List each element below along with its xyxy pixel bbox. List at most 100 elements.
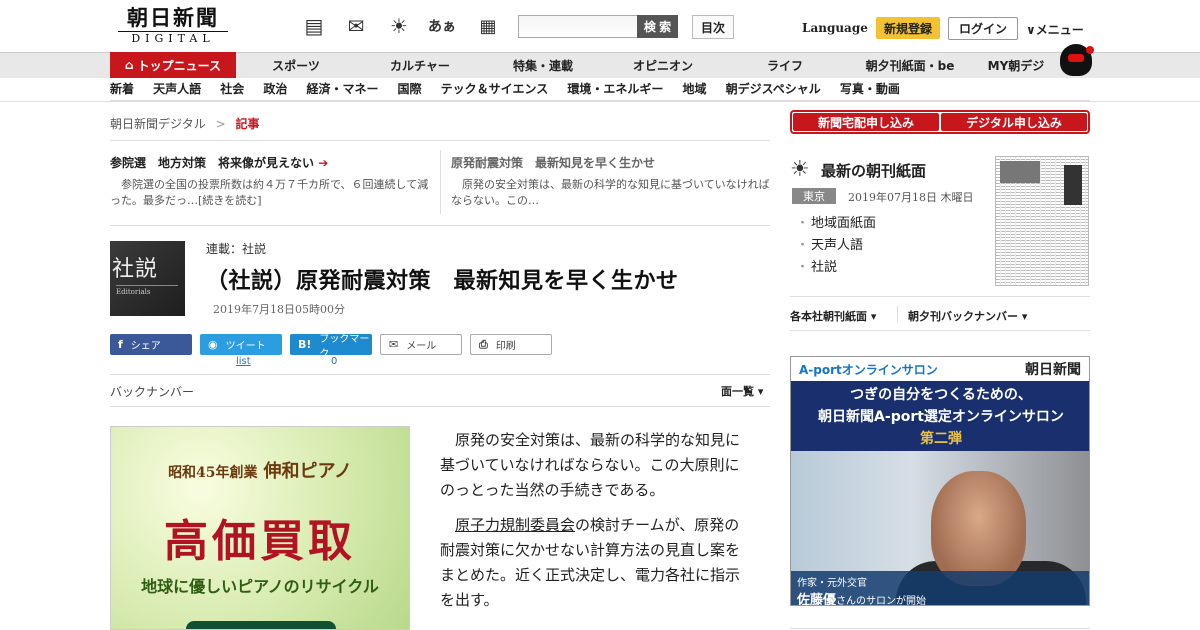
digital-subscribe-button[interactable]: デジタル申し込み [941, 113, 1087, 131]
print-icon: ⎙ [479, 337, 488, 351]
breadcrumb-home[interactable]: 朝日新聞デジタル [110, 117, 206, 131]
person-face [931, 471, 1026, 586]
nav-paper[interactable]: 朝夕刊紙面・be [850, 52, 970, 78]
ticket-icon[interactable]: ✉ [342, 14, 370, 38]
paper-links: 地域面紙面 天声人語 社説 [796, 213, 876, 279]
piano-ad[interactable]: 昭和45年創業 伸和ピアノ 高価買取 地球に優しいピアノのリサイクル [110, 426, 410, 630]
facebook-share-button[interactable]: f シェア [110, 334, 192, 355]
caption-role: 作家・元外交官 [797, 578, 867, 589]
subnav-photo[interactable]: 写真・動画 [840, 78, 900, 101]
list-item[interactable]: 社説 [796, 257, 876, 279]
twitter-count[interactable]: list [236, 356, 251, 367]
page-menu-dropdown[interactable]: 面一覧 ▾ [721, 383, 763, 399]
nav-opinion[interactable]: オピニオン [615, 52, 711, 78]
region-badge[interactable]: 東京 [792, 188, 836, 204]
main-nav: ⌂ トップニュース スポーツ カルチャー 特集・連載 オピニオン ライフ 朝夕刊紙… [110, 44, 1094, 78]
divider [110, 225, 770, 226]
grid-icon[interactable]: ▦ [474, 14, 502, 38]
login-button[interactable]: ログイン [948, 17, 1018, 40]
subnav-world[interactable]: 国際 [398, 78, 422, 101]
delivery-subscribe-button[interactable]: 新聞宅配申し込み [793, 113, 939, 131]
aport-photo: 作家・元外交官 佐藤優さんのサロンが開始 [791, 451, 1089, 605]
logo-sub: DIGITAL [118, 31, 228, 46]
subscribe-buttons: 新聞宅配申し込み デジタル申し込み [790, 110, 1090, 134]
divider [790, 296, 1090, 297]
local-paper-dropdown[interactable]: 各本社朝刊紙面 ▾ [790, 308, 876, 324]
search-input[interactable] [518, 15, 638, 38]
back-number-link[interactable]: バックナンバー [110, 383, 194, 400]
hatena-count[interactable]: 0 [331, 356, 337, 367]
latest-paper-title[interactable]: 最新の朝刊紙面 [821, 160, 926, 181]
weather-icon[interactable]: ☀ [385, 14, 413, 38]
teaser-divider [440, 150, 441, 214]
thumb-kanji: 社説 [112, 257, 159, 282]
teaser-item[interactable]: 参院選 地方対策 将来像が見えない ➔ 参院選の全国の投票所数は約４万７千カ所で… [110, 155, 430, 209]
caption-name: 佐藤優さんのサロンが開始 [797, 589, 1085, 605]
dropdown-label: 面一覧 [721, 385, 754, 398]
asahi-logo[interactable]: 朝日新聞 DIGITAL [118, 6, 228, 46]
nav-culture[interactable]: カルチャー [372, 52, 468, 78]
subnav-economy[interactable]: 経済・マネー [306, 78, 378, 101]
aport-banner: つぎの自分をつくるための、 朝日新聞A-port選定オンラインサロン 第二弾 [791, 381, 1089, 451]
nav-sports[interactable]: スポーツ [256, 52, 336, 78]
menu-label: メニュー [1035, 23, 1084, 37]
dropdown-label: 朝夕刊バックナンバー [908, 310, 1018, 323]
caret-down-icon: ▾ [870, 310, 877, 323]
facebook-icon: f [118, 338, 123, 351]
nav-top-news[interactable]: ⌂ トップニュース [110, 52, 236, 78]
toc-button[interactable]: 目次 [692, 15, 734, 39]
button-label: シェア [130, 341, 161, 352]
site-header: 朝日新聞 DIGITAL ▤ ✉ ☀ あぁ ▦ 検 索 目次 Language … [110, 0, 1090, 52]
font-size-icon[interactable]: あぁ [428, 14, 456, 38]
divider [790, 330, 1090, 331]
article-title: （社説）原発耐震対策 最新知見を早く生かせ [206, 269, 679, 294]
list-item[interactable]: 天声人語 [796, 235, 876, 257]
dropdown-label: 各本社朝刊紙面 [790, 310, 867, 323]
aport-ad[interactable]: A-portオンラインサロン 朝日新聞 つぎの自分をつくるための、 朝日新聞A-… [790, 356, 1090, 606]
subnav-politics[interactable]: 政治 [263, 78, 287, 101]
teaser-desc: 原発の安全対策は、最新の科学的な知見に基づいていなければならない。この… [451, 178, 770, 207]
subnav-region[interactable]: 地域 [683, 78, 707, 101]
breadcrumb: 朝日新聞デジタル > 記事 [110, 115, 260, 132]
subnav-tech[interactable]: テック＆サイエンス [441, 78, 549, 101]
aport-line1: つぎの自分をつくるための、 [850, 387, 1032, 403]
button-label: ブックマーク [319, 333, 370, 360]
newspaper-thumbnail[interactable] [995, 156, 1089, 286]
nav-features[interactable]: 特集・連載 [495, 52, 591, 78]
ad-brand: 伸和ピアノ [263, 461, 352, 482]
nav-label: トップニュース [137, 58, 221, 73]
mascot-icon[interactable] [1060, 44, 1094, 76]
nav-my-asahi[interactable]: MY朝デジ [980, 52, 1052, 78]
teaser-desc: 参院選の全国の投票所数は約４万７千カ所で、６回連続して減った。最多だっ…[続きを… [110, 178, 429, 207]
teaser-item[interactable]: 原発耐震対策 最新知見を早く生かせ 原発の安全対策は、最新の科学的な知見に基づい… [451, 155, 771, 209]
paragraph: 原発の安全対策は、最新の科学的な知見に基づいていなければならない。この大原則にの… [440, 431, 741, 499]
series-label[interactable]: 連載：社説 [206, 240, 266, 257]
home-icon: ⌂ [125, 58, 134, 72]
newspaper-icon[interactable]: ▤ [300, 14, 328, 38]
hatena-bookmark-button[interactable]: B! ブックマーク [290, 334, 372, 360]
print-button[interactable]: ⎙ 印刷 [470, 334, 552, 355]
mail-button[interactable]: ✉ メール [380, 334, 462, 355]
mail-icon: ✉ [389, 338, 399, 351]
subnav-special[interactable]: 朝デジスペシャル [726, 78, 821, 101]
aport-header: A-portオンラインサロン 朝日新聞 [791, 357, 1089, 381]
menu-button[interactable]: ∨メニュー [1026, 21, 1084, 38]
subnav-environment[interactable]: 環境・エネルギー [567, 78, 663, 101]
nra-link[interactable]: 原子力規制委員会 [455, 516, 575, 534]
search-button[interactable]: 検 索 [637, 15, 678, 38]
divider [110, 140, 770, 141]
hatena-icon: B! [298, 338, 312, 351]
back-number-dropdown[interactable]: 朝夕刊バックナンバー ▾ [908, 308, 1027, 324]
teaser-title[interactable]: 参院選 地方対策 将来像が見えない [110, 156, 314, 170]
twitter-share-button[interactable]: ◉ ツイート [200, 334, 282, 355]
subnav-new[interactable]: 新着 [110, 78, 134, 101]
language-link[interactable]: Language [802, 21, 868, 35]
teaser-title[interactable]: 原発耐震対策 最新知見を早く生かせ [451, 155, 771, 171]
breadcrumb-current: 記事 [235, 117, 260, 131]
register-button[interactable]: 新規登録 [876, 17, 940, 39]
subnav-society[interactable]: 社会 [220, 78, 244, 101]
nav-life[interactable]: ライフ [740, 52, 830, 78]
subnav-tensei[interactable]: 天声人語 [153, 78, 201, 101]
ad-cta[interactable] [186, 621, 336, 629]
list-item[interactable]: 地域面紙面 [796, 213, 876, 235]
